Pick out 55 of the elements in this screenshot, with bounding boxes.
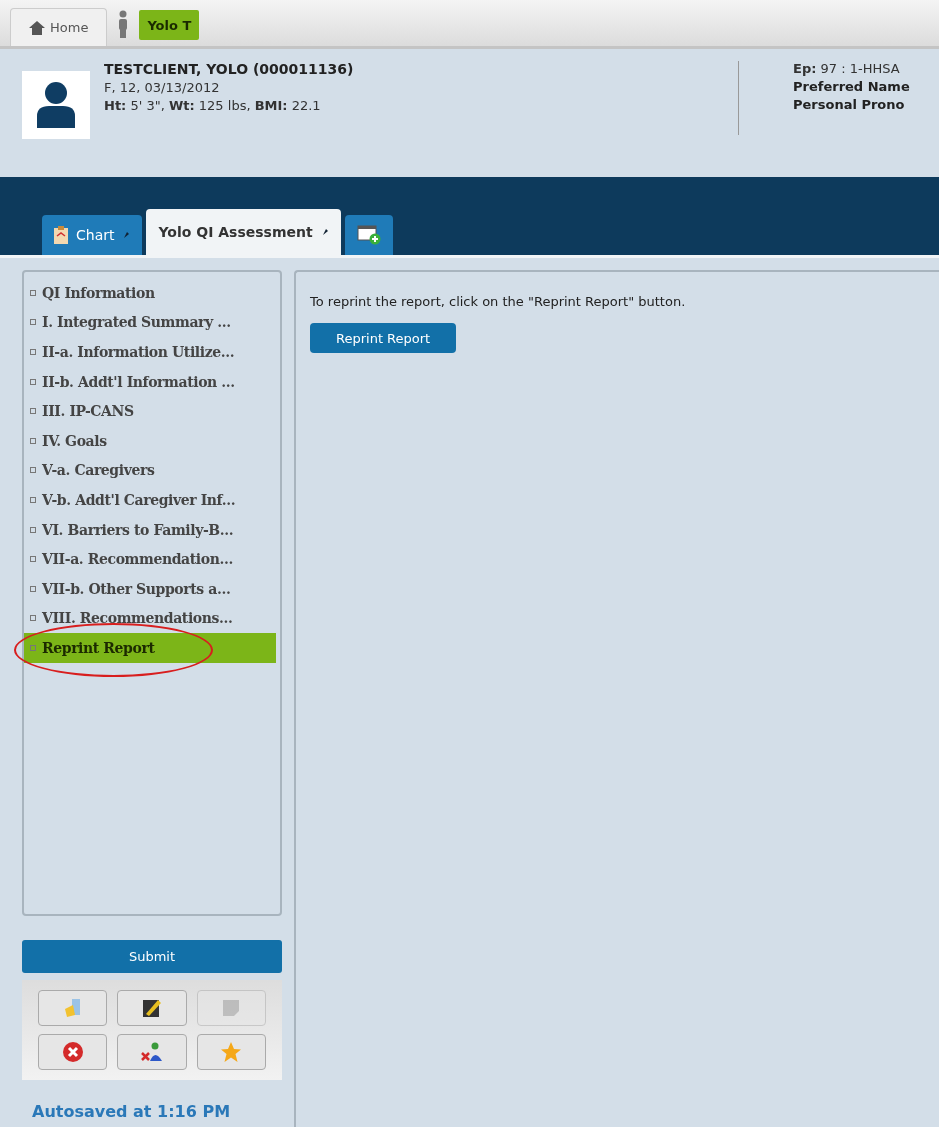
reprint-report-button[interactable]: Reprint Report [310, 323, 457, 353]
section-item[interactable]: VII-b. Other Supports a... [24, 573, 276, 604]
section-item[interactable]: II-a. Information Utilize... [24, 337, 276, 367]
bullet-icon [30, 496, 36, 503]
section-item[interactable]: I. Integrated Summary ... [24, 307, 276, 338]
bullet-icon [30, 526, 36, 533]
bullet-icon [30, 437, 36, 444]
bullet-icon [30, 378, 36, 385]
client-name: TESTCLIENT, YOLO (000011136) [104, 61, 355, 77]
preferred-name-label: Preferred Name [793, 79, 911, 94]
client-demographics: F, 12, 03/13/2012 [104, 80, 221, 95]
pin-icon[interactable] [320, 227, 329, 237]
pronouns-label: Personal Prono [793, 97, 906, 112]
cancel-icon [61, 1041, 84, 1063]
bullet-icon [30, 585, 36, 592]
home-tab[interactable]: Home [10, 8, 108, 46]
instruction-text: To reprint the report, click on the "Reprint Report" button. [310, 294, 686, 309]
section-item[interactable]: II-b. Addt'l Information ... [24, 366, 276, 397]
section-item[interactable]: V-a. Caregivers [24, 455, 276, 486]
documents-icon [62, 997, 83, 1019]
user-icon [37, 82, 75, 128]
section-item[interactable]: V-b. Addt'l Caregiver Inf... [24, 485, 276, 515]
add-tab-button[interactable] [344, 215, 393, 255]
people-icon [140, 1041, 164, 1063]
bullet-icon [30, 467, 36, 474]
section-item[interactable]: III. IP-CANS [24, 396, 276, 426]
section-item[interactable]: VI. Barriers to Family-B... [24, 514, 276, 545]
section-item[interactable]: VII-a. Recommendation... [24, 544, 276, 574]
star-icon [220, 1041, 243, 1063]
bullet-icon [30, 556, 36, 563]
bullet-icon [30, 408, 36, 415]
bullet-icon [30, 349, 36, 355]
bullet-icon [30, 644, 36, 651]
section-item[interactable]: Reprint Report [24, 633, 276, 663]
home-icon [29, 20, 45, 35]
client-vitals: Ht: 5' 3", Wt: 125 lbs, BMI: 22.1 [104, 98, 322, 113]
person-icon [117, 10, 130, 38]
document-tab[interactable]: Yolo QI Assessment [146, 209, 341, 255]
bullet-icon [30, 289, 36, 296]
section-item[interactable]: IV. Goals [24, 425, 276, 456]
document-tab[interactable]: Chart [42, 215, 143, 255]
bullet-icon [30, 615, 36, 622]
tool-button[interactable] [38, 1034, 108, 1070]
client-tab[interactable]: Yolo T [139, 10, 200, 40]
autosave-status: Autosaved at 1:16 PM [31, 1102, 232, 1121]
section-item[interactable]: QI Information [24, 278, 276, 308]
section-item[interactable]: VIII. Recommendations... [24, 603, 276, 634]
tool-button[interactable] [117, 990, 187, 1026]
note-icon [223, 1000, 240, 1016]
episode-label: Ep: 97 : 1-HHSA [793, 61, 901, 76]
bullet-icon [30, 319, 36, 326]
submit-button[interactable]: Submit [22, 940, 282, 973]
clipboard-icon [54, 226, 68, 244]
pencil-document-icon [141, 997, 163, 1019]
add-window-icon [356, 225, 381, 245]
